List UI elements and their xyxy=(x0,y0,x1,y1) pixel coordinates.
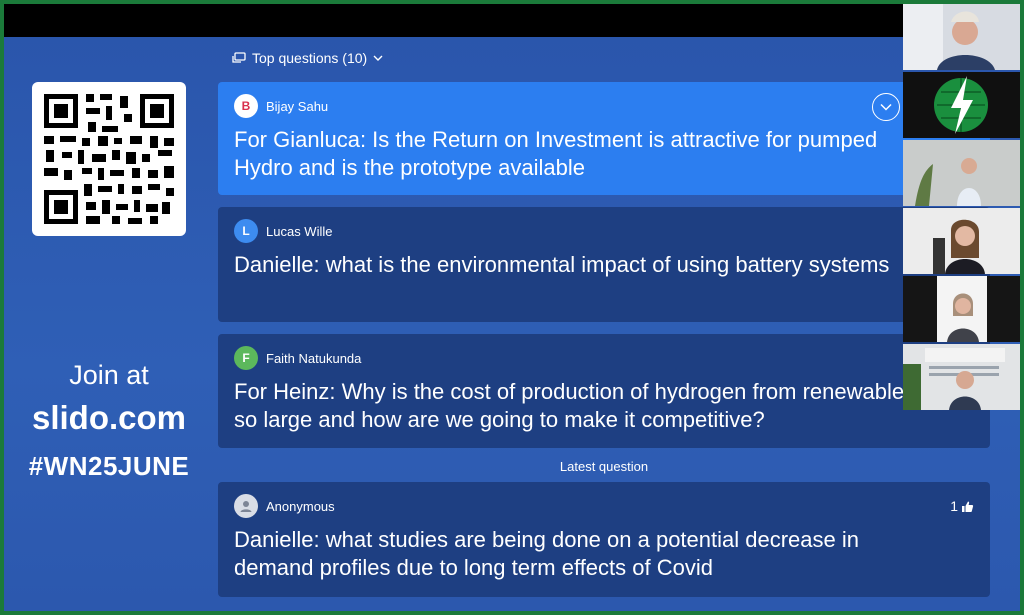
question-text-line-1: For Heinz: Why is the cost of production… xyxy=(234,379,916,404)
join-panel: Join at slido.com #WN25JUNE xyxy=(4,37,214,611)
participant-avatar xyxy=(903,208,1020,274)
question-text-line-1: For Gianluca: Is the Return on Investmen… xyxy=(234,127,878,152)
question-author: L Lucas Wille xyxy=(234,219,332,243)
question-text-line-2: so large and how are we going to make it… xyxy=(234,407,765,432)
latest-question-card[interactable]: Anonymous 1 Danielle: what studies are b… xyxy=(218,482,990,597)
question-card[interactable]: F Faith Natukunda For Heinz: Why is the … xyxy=(218,334,990,448)
author-name: Bijay Sahu xyxy=(266,98,329,114)
avatar-initial: B xyxy=(241,99,251,113)
avatar-initial: F xyxy=(242,351,250,365)
anonymous-avatar xyxy=(234,494,258,518)
question-text: Danielle: what is the environmental impa… xyxy=(234,251,990,279)
like-count: 1 xyxy=(950,498,958,514)
avatar-initial: L xyxy=(242,224,250,238)
question-author: B Bijay Sahu xyxy=(234,94,328,118)
collapse-question-button[interactable] xyxy=(872,93,900,121)
video-participants xyxy=(903,4,1020,410)
author-name: Faith Natukunda xyxy=(266,350,362,366)
author-name: Lucas Wille xyxy=(266,223,333,239)
chevron-down-icon xyxy=(373,55,383,61)
question-text-line-2: Hydro and is the prototype available xyxy=(234,155,585,180)
latest-question-label: Latest question xyxy=(559,459,649,474)
qr-code-icon xyxy=(42,92,176,226)
top-questions-dropdown[interactable]: Top questions (10) xyxy=(232,50,383,66)
participant-avatar xyxy=(903,344,1020,410)
top-bar xyxy=(4,4,1020,37)
participant-video[interactable] xyxy=(903,208,1020,274)
like-button[interactable]: 1 xyxy=(950,498,974,514)
questions-icon xyxy=(232,51,246,63)
qr-code xyxy=(32,82,186,236)
question-text-line-1: Danielle: what studies are being done on… xyxy=(234,527,859,552)
slido-presentation: Join at slido.com #WN25JUNE Top question… xyxy=(4,4,1020,611)
slido-site-label: slido.com xyxy=(31,399,187,436)
participant-video[interactable] xyxy=(903,276,1020,342)
question-author: Anonymous xyxy=(234,494,335,518)
question-text-line-2: demand profiles due to long term effects… xyxy=(234,555,713,580)
question-text: Danielle: what studies are being done on… xyxy=(234,526,990,582)
participant-avatar xyxy=(903,4,1020,70)
question-author: F Faith Natukunda xyxy=(234,346,361,370)
join-at-label: Join at xyxy=(69,360,149,390)
top-questions-label: Top questions (10) xyxy=(252,50,368,66)
participant-video[interactable] xyxy=(903,344,1020,410)
participant-avatar xyxy=(903,276,1020,342)
avatar: B xyxy=(234,94,258,118)
author-name: Anonymous xyxy=(266,498,335,514)
thumbs-up-icon xyxy=(962,501,974,512)
avatar: F xyxy=(234,346,258,370)
lightning-logo-icon xyxy=(903,72,1020,138)
user-icon xyxy=(240,501,252,512)
participant-video[interactable] xyxy=(903,4,1020,70)
participant-video[interactable] xyxy=(903,140,1020,206)
chevron-down-icon xyxy=(880,103,892,111)
event-code-label: #WN25JUNE xyxy=(28,451,190,481)
question-text-line-1: Danielle: what is the environmental impa… xyxy=(234,252,890,277)
participant-avatar xyxy=(903,140,1020,206)
avatar: L xyxy=(234,219,258,243)
question-card[interactable]: L Lucas Wille Danielle: what is the envi… xyxy=(218,207,990,322)
question-text: For Gianluca: Is the Return on Investmen… xyxy=(234,126,990,182)
question-text: For Heinz: Why is the cost of production… xyxy=(234,378,990,434)
participant-video[interactable] xyxy=(903,72,1020,138)
